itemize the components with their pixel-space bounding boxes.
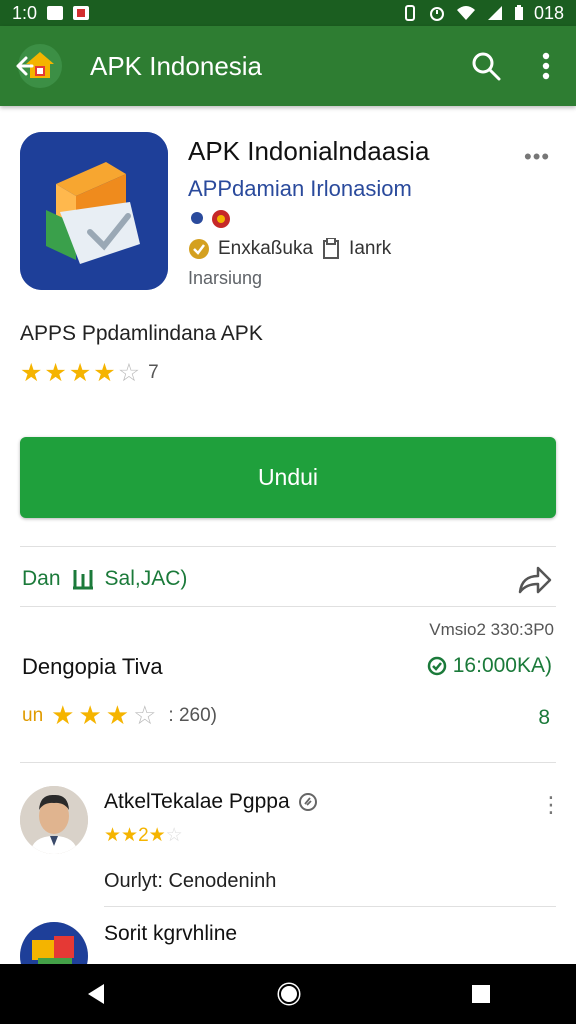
stats-rating-count: : 260) bbox=[168, 704, 217, 726]
info-row[interactable]: Dan Sal,JAC) bbox=[22, 566, 187, 592]
search-icon bbox=[472, 52, 501, 81]
reviewer-name: AtkelTekalae Pgppa bbox=[104, 790, 318, 814]
reviewer-name-text: Sorit kgrvhline bbox=[104, 922, 238, 945]
avatar-image bbox=[20, 786, 88, 854]
review-rating-text: ★★2★ bbox=[104, 825, 166, 846]
review-item[interactable]: Sorit kgrvhline bbox=[0, 918, 576, 964]
stats-title: Dengopia Tiva bbox=[22, 654, 163, 679]
divider bbox=[20, 546, 556, 547]
more-vert-icon bbox=[542, 52, 550, 80]
check-circle-icon bbox=[427, 656, 446, 676]
app-subtitle: Inarsiung bbox=[188, 268, 263, 288]
nav-home-icon[interactable] bbox=[275, 980, 303, 1008]
app-meta-row: Enxkaßuka Ianrk bbox=[188, 238, 391, 260]
share-icon[interactable] bbox=[516, 564, 552, 596]
status-time: 1:0 bbox=[12, 2, 38, 23]
nav-recents-icon[interactable] bbox=[470, 983, 492, 1005]
app-tagline: APPS Ppdamlindana APK bbox=[20, 322, 263, 345]
nav-back-icon[interactable] bbox=[84, 982, 108, 1006]
review-more-button[interactable]: ⋮ bbox=[540, 792, 562, 818]
info-text: Sal,JAC) bbox=[104, 567, 188, 590]
app-bar-title: APK Indonesia bbox=[90, 50, 263, 81]
star-icon: ★ bbox=[51, 700, 75, 730]
battery-level: 018 bbox=[533, 2, 564, 23]
battery-icon bbox=[514, 5, 523, 20]
review-text: Ourlyt: Cenodeninh bbox=[104, 870, 277, 892]
avatar bbox=[20, 786, 88, 854]
install-button[interactable]: Undui bbox=[20, 437, 556, 518]
star-icon: ★ bbox=[20, 359, 43, 387]
flag-badge-icon bbox=[212, 210, 230, 228]
star-icon: ★ bbox=[44, 359, 67, 387]
category-label: Ianrk bbox=[349, 238, 392, 259]
divider bbox=[20, 606, 556, 607]
stats-size: 16:000KA) bbox=[427, 654, 552, 678]
app-header: APK Indonialndaasia APPdamian Irlonasiom… bbox=[0, 106, 576, 306]
star-empty-icon: ☆ bbox=[117, 359, 141, 387]
download-stats-icon bbox=[72, 570, 93, 590]
app-logo-icon bbox=[20, 132, 168, 290]
vibrate-icon bbox=[404, 5, 415, 21]
divider bbox=[104, 906, 556, 907]
search-button[interactable] bbox=[456, 36, 516, 96]
star-icon: ★ bbox=[78, 700, 102, 730]
reviewer-name-text: AtkelTekalae Pgppa bbox=[104, 790, 290, 813]
avatar bbox=[20, 922, 88, 964]
star-icon: ★ bbox=[105, 700, 130, 730]
signal-icon bbox=[487, 6, 502, 20]
app-bar: APK Indonesia bbox=[0, 26, 576, 106]
reviewer-name: Sorit kgrvhline bbox=[104, 922, 237, 946]
badges bbox=[188, 208, 232, 230]
verified-icon bbox=[189, 239, 209, 259]
stats-rating-prefix: un bbox=[22, 704, 44, 726]
star-icon: ★ bbox=[93, 359, 116, 387]
alarm-icon bbox=[429, 7, 444, 21]
developer-name[interactable]: APPdamian Irlonasiom bbox=[188, 176, 412, 202]
app-rating: ★ ★ ★ ★ ☆ 7 bbox=[20, 358, 159, 388]
rating-count: 7 bbox=[148, 362, 159, 383]
version-label: Vmsio2 330:3P0 bbox=[429, 620, 554, 639]
divider bbox=[20, 762, 556, 763]
star-empty-icon: ☆ bbox=[133, 700, 157, 730]
more-horiz-button[interactable]: ••• bbox=[524, 144, 550, 170]
review-rating: ★★2★ ☆ bbox=[104, 824, 183, 847]
verified-label: Enxkaßuka bbox=[218, 238, 314, 259]
avatar-image bbox=[20, 922, 88, 964]
verified-badge-icon bbox=[298, 793, 317, 811]
back-arrow-icon bbox=[16, 44, 62, 88]
navigation-bar bbox=[0, 964, 576, 1024]
back-button[interactable] bbox=[0, 26, 76, 106]
star-icon: ★ bbox=[68, 359, 92, 387]
app-logo[interactable] bbox=[20, 132, 168, 290]
status-bar: 1:0 018 bbox=[0, 0, 576, 26]
wifi-icon bbox=[456, 6, 475, 20]
info-prefix: Dan bbox=[22, 567, 61, 590]
badge-icon bbox=[191, 212, 203, 224]
app-details: APK Indonialndaasia APPdamian Irlonasiom… bbox=[0, 106, 576, 964]
stats-size-value: 16:000KA) bbox=[452, 654, 552, 677]
more-options-button[interactable] bbox=[516, 36, 576, 96]
app-name: APK Indonialndaasia bbox=[188, 136, 430, 166]
star-empty-icon: ☆ bbox=[165, 825, 183, 846]
notification-icon-2 bbox=[73, 6, 90, 20]
category-icon bbox=[323, 238, 340, 259]
notification-icon bbox=[47, 6, 64, 20]
stats-rating: un ★ ★ ★ ☆ : 260) bbox=[22, 700, 217, 731]
review-item[interactable]: AtkelTekalae Pgppa ★★2★ ☆ Ourlyt: Cenode… bbox=[0, 782, 576, 902]
stats-number: 8 bbox=[538, 706, 550, 729]
